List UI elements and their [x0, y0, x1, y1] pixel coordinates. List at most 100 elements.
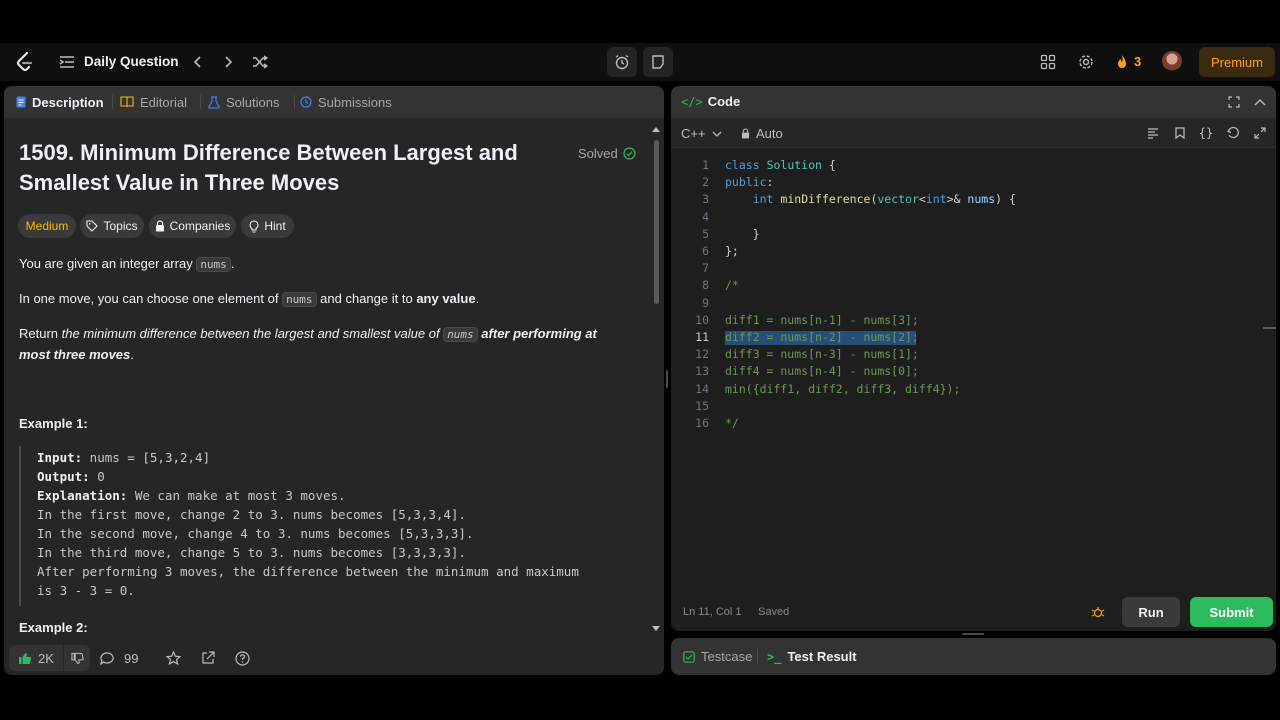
line-number: 13 — [695, 364, 709, 379]
reset-icon[interactable] — [1225, 125, 1241, 141]
comment-icon — [100, 651, 114, 665]
alarm-clock-icon — [615, 54, 629, 70]
hint-label: Hint — [264, 219, 286, 233]
scrollbar-thumb[interactable] — [654, 140, 659, 304]
terminal-icon: >_ — [767, 649, 782, 664]
lock-icon — [155, 220, 164, 232]
tab-editorial[interactable]: Editorial — [120, 86, 187, 118]
tab-description-label: Description — [32, 94, 104, 110]
prev-problem-icon[interactable] — [188, 52, 206, 72]
line-number: 1 — [702, 158, 709, 172]
line-number: 4 — [702, 209, 709, 224]
favorite-button[interactable] — [166, 645, 181, 671]
check-circle-icon — [623, 147, 636, 160]
premium-button[interactable]: Premium — [1199, 47, 1275, 77]
comments-button[interactable]: 99 — [100, 645, 138, 671]
leetcode-logo-icon[interactable] — [14, 51, 36, 73]
notes-button[interactable] — [643, 47, 673, 77]
chevron-down-icon — [712, 131, 722, 137]
braces-icon[interactable]: {} — [1198, 125, 1214, 141]
code-title-label: Code — [707, 94, 741, 109]
fullscreen-icon[interactable] — [1252, 125, 1268, 141]
code-line: diff1 = nums[n-1] - nums[3]; — [725, 312, 919, 327]
daily-question-label[interactable]: Daily Question — [84, 54, 179, 69]
next-problem-icon[interactable] — [220, 52, 238, 72]
lightbulb-icon — [249, 219, 259, 233]
panel-resize-handle[interactable] — [962, 633, 984, 635]
scroll-up-icon — [652, 127, 660, 132]
code-line: */ — [725, 416, 739, 430]
line-number: 15 — [695, 398, 709, 413]
explanation-line: In the first move, change 2 to 3. nums b… — [37, 507, 466, 522]
tab-divider — [294, 95, 295, 109]
collapse-icon[interactable] — [1252, 94, 1268, 110]
code-line: int minDifference(vector<int>& nums) { — [752, 192, 1016, 207]
streak-count: 3 — [1134, 54, 1142, 69]
topics-chip[interactable]: Topics — [80, 214, 144, 238]
code-line: /* — [725, 278, 739, 293]
auto-label: Auto — [756, 126, 783, 141]
save-status: Saved — [758, 606, 790, 618]
tab-submissions-label: Submissions — [318, 94, 392, 110]
submit-button[interactable]: Submit — [1190, 597, 1273, 627]
language-label: C++ — [681, 126, 706, 141]
explanation-line: In the third move, change 5 to 3. nums b… — [37, 545, 466, 560]
solved-status: Solved — [578, 146, 636, 161]
code-editor[interactable]: 1 2 3 4 5 6 7 8 9 10 11 12 13 14 15 16 class Solution {… — [671, 148, 1276, 588]
problem-title-line1: 1509. Minimum Difference Between Largest… — [19, 140, 518, 165]
companies-label: Companies — [169, 219, 231, 233]
line-number: 11 — [695, 330, 709, 344]
question-circle-icon — [235, 650, 250, 666]
description-paragraph-2: In one move, you can choose one element … — [19, 289, 479, 310]
problem-list-icon[interactable] — [58, 53, 76, 71]
language-select[interactable]: C++ — [681, 126, 722, 141]
tab-submissions[interactable]: Submissions — [300, 86, 392, 118]
difficulty-badge: Medium — [18, 214, 76, 238]
code-line: public: — [725, 175, 774, 190]
bold-italic-text: most three moves — [19, 347, 131, 362]
text: Return — [19, 326, 62, 341]
tab-divider — [200, 95, 201, 109]
auto-mode[interactable]: Auto — [741, 126, 783, 141]
code-line: diff3 = nums[n-3] - nums[1]; — [725, 347, 919, 362]
settings-gear-icon[interactable] — [1076, 52, 1096, 72]
description-paragraph-3: Return the minimum difference between th… — [19, 324, 619, 365]
explanation-value: We can make at most 3 moves. — [127, 488, 346, 503]
vertical-resize-handle[interactable] — [666, 370, 668, 388]
dislike-button[interactable] — [64, 645, 90, 671]
thumbs-down-icon — [70, 652, 84, 664]
text: and change it to — [316, 291, 417, 306]
description-scrollbar[interactable] — [652, 126, 660, 636]
maximize-icon[interactable] — [1226, 94, 1242, 110]
run-button[interactable]: Run — [1122, 597, 1180, 627]
help-button[interactable] — [235, 645, 250, 671]
format-icon[interactable] — [1145, 125, 1161, 141]
share-button[interactable] — [201, 645, 215, 671]
console-panel: Testcase >_ Test Result — [671, 638, 1276, 675]
bookmark-icon[interactable] — [1172, 125, 1188, 141]
tab-solutions[interactable]: Solutions — [208, 86, 279, 118]
hint-chip[interactable]: Hint — [241, 214, 294, 238]
line-number: 8 — [702, 278, 709, 293]
description-footer: 2K 99 — [4, 641, 664, 675]
debug-icon[interactable] — [1089, 603, 1107, 621]
tab-testcase[interactable]: Testcase — [683, 649, 752, 664]
companies-chip[interactable]: Companies — [149, 214, 236, 238]
timer-button[interactable] — [607, 47, 637, 77]
tab-test-result[interactable]: >_ Test Result — [767, 649, 857, 664]
shuffle-icon[interactable] — [250, 52, 270, 72]
avatar[interactable] — [1162, 51, 1182, 71]
code-line: } — [725, 226, 760, 241]
code-line: class Solution { — [725, 158, 836, 172]
tab-solutions-label: Solutions — [226, 94, 280, 110]
lock-icon — [741, 128, 750, 139]
tab-description[interactable]: Description — [16, 86, 104, 118]
text: . — [130, 347, 134, 362]
tab-divider — [757, 649, 758, 663]
share-icon — [202, 651, 215, 664]
streak-fire-icon[interactable] — [1114, 52, 1130, 72]
grid-menu-icon[interactable] — [1038, 52, 1058, 72]
line-number: 7 — [702, 261, 709, 276]
line-number: 9 — [702, 295, 709, 310]
like-button[interactable]: 2K — [9, 645, 63, 671]
